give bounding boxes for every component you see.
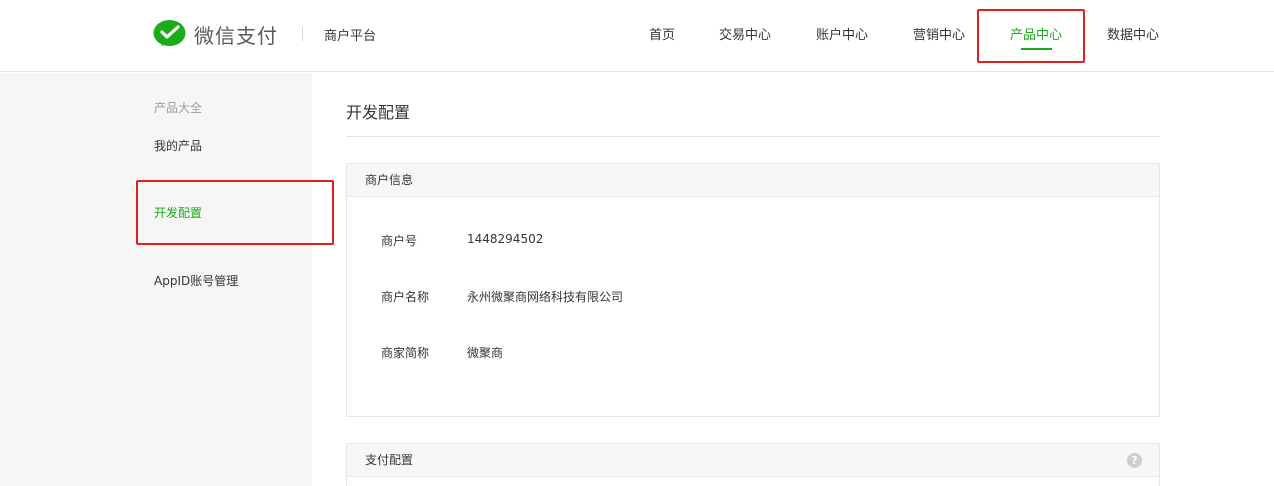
brand-divider — [302, 27, 303, 41]
sidebar-item-appid-management[interactable]: AppID账号管理 — [154, 272, 238, 289]
sidebar-category-title: 产品大全 — [154, 101, 203, 115]
platform-name: 商户平台 — [324, 29, 377, 44]
merchant-name-value: 永州微聚商网络科技有限公司 — [467, 290, 624, 304]
title-divider — [346, 136, 1160, 137]
payment-config-header: 支付配置 ? — [347, 444, 1159, 477]
nav-data[interactable]: 数据中心 — [1107, 24, 1159, 43]
nav-marketing[interactable]: 营销中心 — [913, 24, 965, 43]
merchant-name-label: 商户名称 — [381, 290, 430, 304]
brand-logo[interactable]: 微信支付 — [153, 18, 278, 50]
merchant-info-header: 商户信息 — [347, 164, 1159, 197]
merchant-short-name-value: 微聚商 — [467, 346, 504, 360]
nav-transactions[interactable]: 交易中心 — [719, 24, 771, 43]
payment-config-panel: 支付配置 ? — [346, 443, 1160, 486]
nav-highlight-box — [977, 9, 1085, 63]
merchant-id-label: 商户号 — [381, 234, 418, 248]
wechat-pay-logo-icon — [153, 20, 186, 46]
merchant-id-value: 1448294502 — [467, 232, 544, 246]
sidebar-item-my-products[interactable]: 我的产品 — [154, 137, 202, 154]
page-title: 开发配置 — [346, 103, 411, 122]
question-circle-icon[interactable]: ? — [1127, 453, 1142, 468]
payment-config-title: 支付配置 — [365, 453, 414, 467]
sidebar-highlight-box — [136, 180, 334, 245]
nav-home[interactable]: 首页 — [649, 24, 675, 43]
merchant-short-name-label: 商家简称 — [381, 346, 430, 360]
merchant-info-title: 商户信息 — [365, 173, 414, 187]
brand-name: 微信支付 — [194, 23, 278, 48]
nav-account[interactable]: 账户中心 — [816, 24, 868, 43]
